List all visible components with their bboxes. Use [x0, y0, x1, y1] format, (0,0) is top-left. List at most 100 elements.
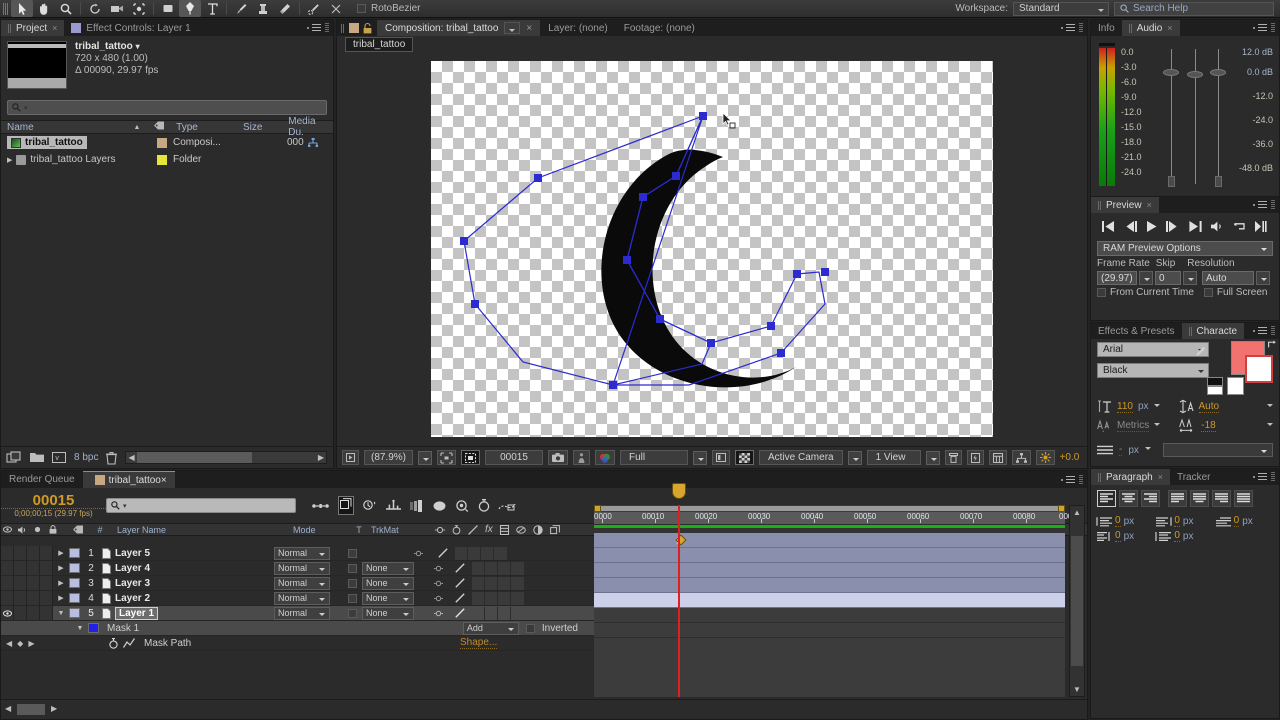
tab-audio[interactable]: Audio × — [1121, 20, 1180, 36]
resolution-value[interactable]: Auto — [1202, 271, 1254, 285]
layer-track-bar[interactable] — [594, 578, 1065, 593]
font-size-dropdown-icon[interactable] — [1153, 403, 1160, 410]
fader-base-right[interactable] — [1215, 176, 1222, 187]
swap-colors-icon[interactable] — [1267, 339, 1277, 349]
cti-handle[interactable] — [672, 483, 686, 499]
mask-property-row[interactable]: ◀ ◆ ▶ Mask Path Shape... — [1, 636, 594, 651]
scrollbar-thumb[interactable] — [1071, 536, 1083, 666]
work-area-start-handle[interactable] — [594, 505, 601, 512]
resolution-dropdown-arrow[interactable] — [693, 450, 708, 465]
col-name[interactable]: Name — [7, 122, 34, 133]
col-t-header[interactable]: T — [351, 525, 367, 535]
stroke-color-swatch[interactable] — [1245, 355, 1273, 383]
panel-drag-dots[interactable] — [325, 23, 329, 33]
col-trkmat-header[interactable]: TrkMat — [367, 525, 423, 535]
preserve-transparency-toggle[interactable] — [348, 608, 357, 618]
zoom-tool[interactable] — [55, 0, 77, 17]
tab-grip[interactable] — [341, 23, 345, 33]
leading-value[interactable]: Auto — [1198, 401, 1220, 413]
disclosure-triangle-icon[interactable]: ▶ — [53, 564, 69, 572]
rotation-tool[interactable] — [84, 0, 106, 17]
zoom-level-select[interactable]: (87.9%) — [364, 450, 414, 465]
panel-menu-icon[interactable] — [1253, 473, 1267, 481]
video-toggle[interactable] — [1, 576, 14, 590]
panel-drag-dots[interactable] — [1079, 23, 1083, 33]
tab-layer[interactable]: Layer: (none) — [540, 20, 615, 36]
audio-toggle[interactable] — [14, 546, 27, 560]
shy-switch[interactable] — [428, 595, 448, 602]
close-icon[interactable]: × — [161, 475, 167, 486]
comp-flowchart-icon[interactable] — [1011, 450, 1031, 465]
camera-select[interactable]: Active Camera — [759, 450, 843, 465]
layer-track-area[interactable]: I — [594, 533, 1065, 697]
justify-last-left-button[interactable] — [1168, 490, 1187, 507]
current-time-field[interactable]: 00015 — [485, 450, 544, 465]
font-style-select[interactable]: Black — [1097, 363, 1209, 378]
panel-menu-icon[interactable] — [1061, 475, 1075, 484]
lock-toggle[interactable] — [40, 606, 53, 620]
mask-property-name[interactable]: Mask Path — [135, 638, 191, 649]
quality-switch[interactable] — [448, 593, 472, 603]
frame-rate-value[interactable]: (29.97) — [1097, 271, 1137, 285]
show-snapshot-icon[interactable] — [573, 450, 591, 465]
tab-tracker[interactable]: Tracker — [1170, 469, 1218, 485]
skip-dropdown-arrow[interactable] — [1183, 271, 1197, 285]
lock-toggle[interactable] — [40, 591, 53, 605]
stopwatch-icon[interactable] — [109, 637, 118, 649]
eraser-tool[interactable] — [274, 0, 296, 17]
tab-info[interactable]: Info — [1091, 20, 1122, 36]
disclosure-triangle-icon[interactable]: ▶ — [7, 156, 12, 164]
fader-knob-left[interactable] — [1163, 69, 1179, 76]
blend-mode-select[interactable]: Normal — [274, 591, 330, 605]
blend-mode-select[interactable]: Normal — [274, 576, 330, 590]
timecode-display[interactable]: 00015 0;00;00;15 (29.97 fps) — [1, 493, 106, 518]
fill-none-swatch[interactable] — [1207, 377, 1223, 386]
puppet-pin-tool[interactable] — [325, 0, 347, 17]
tab-project[interactable]: Project × — [1, 20, 65, 36]
graph-editor-property-icon[interactable] — [122, 638, 135, 648]
preserve-transparency-toggle[interactable] — [348, 563, 357, 573]
layer-name[interactable]: Layer 2 — [115, 593, 150, 604]
panel-drag-dots[interactable] — [1079, 474, 1083, 485]
justify-last-right-button[interactable] — [1212, 490, 1231, 507]
label-color-swatch[interactable] — [157, 154, 167, 165]
work-area-end-handle[interactable] — [1058, 505, 1065, 512]
switch-cells[interactable] — [472, 591, 524, 605]
tab-effects-presets[interactable]: Effects & Presets — [1091, 323, 1182, 339]
mask-mode-select[interactable]: Add — [462, 621, 519, 635]
search-dropdown-icon[interactable]: ▾ — [24, 104, 28, 112]
view-layout-select[interactable]: 1 View — [866, 450, 921, 465]
last-frame-icon[interactable] — [1189, 220, 1202, 232]
col-mode-header[interactable]: Mode — [289, 525, 351, 535]
layer-track-bar[interactable] — [594, 563, 1065, 578]
blend-mode-select[interactable]: Normal — [274, 561, 330, 575]
video-toggle[interactable] — [1, 561, 14, 575]
indent-right-value[interactable]: 0 — [1174, 515, 1180, 527]
roto-brush-tool[interactable] — [303, 0, 325, 17]
previous-frame-icon[interactable] — [1124, 220, 1137, 232]
tracking-dropdown-icon[interactable] — [1267, 422, 1273, 429]
eyedropper-icon[interactable] — [1193, 346, 1206, 360]
audio-toggle-icon[interactable] — [1210, 221, 1224, 232]
mask-shape-value[interactable]: Shape... — [460, 637, 498, 649]
label-color-swatch[interactable] — [69, 548, 80, 558]
label-color-swatch[interactable] — [69, 578, 80, 588]
pen-tool[interactable] — [179, 0, 201, 17]
mask-color-swatch[interactable] — [88, 623, 99, 633]
zoom-dropdown-arrow[interactable] — [418, 450, 433, 465]
workspace-select[interactable]: Standard — [1013, 1, 1109, 16]
enable-frame-blending-icon[interactable] — [386, 499, 401, 512]
tab-render-queue[interactable]: Render Queue — [1, 471, 83, 488]
quality-switch[interactable] — [448, 578, 472, 588]
next-keyframe-icon[interactable]: ▶ — [28, 639, 34, 648]
lock-toggle[interactable] — [40, 546, 53, 560]
tab-paragraph[interactable]: Paragraph × — [1091, 469, 1170, 485]
space-after-value[interactable]: 0 — [1174, 530, 1180, 542]
space-before-value[interactable]: 0 — [1115, 530, 1121, 542]
shape-tool[interactable] — [157, 0, 179, 17]
label-color-swatch[interactable] — [157, 137, 167, 148]
next-frame-icon[interactable] — [1166, 220, 1179, 232]
label-color-swatch[interactable] — [69, 563, 80, 573]
character-panel-menu[interactable] — [1252, 323, 1279, 339]
scrollbar-thumb[interactable] — [136, 452, 253, 463]
